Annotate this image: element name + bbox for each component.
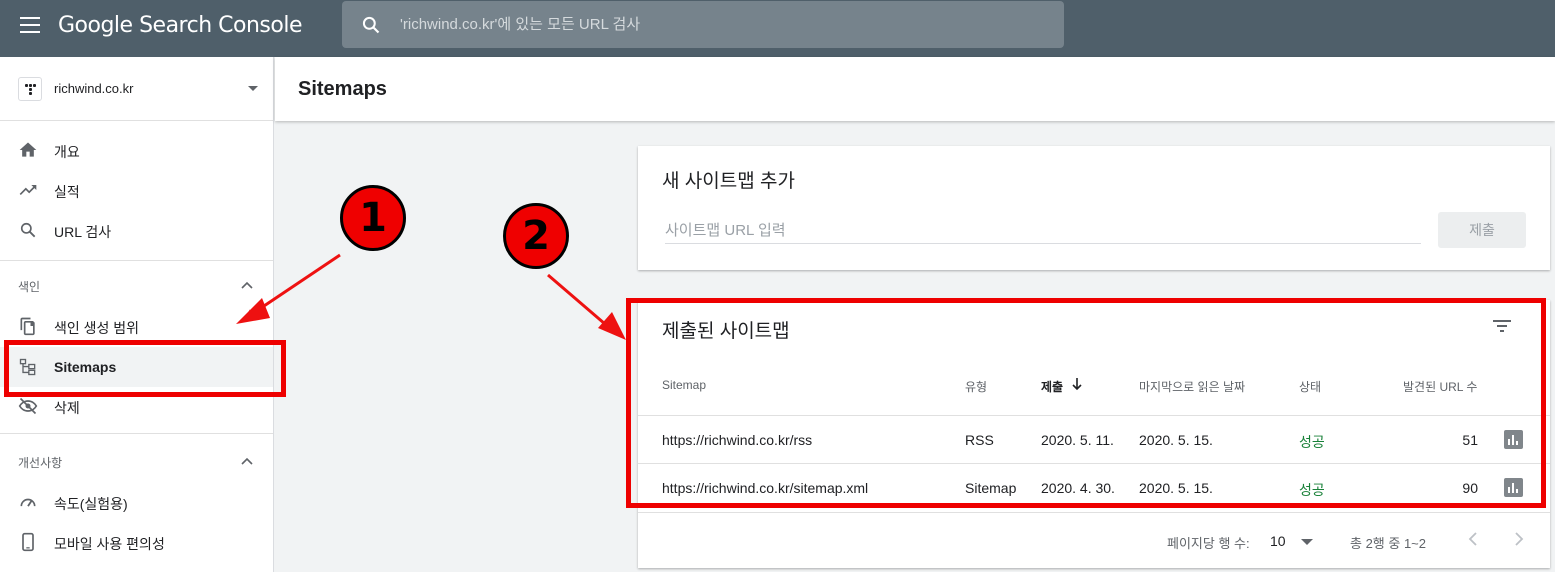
sidebar-item-overview[interactable]: 개요 [0, 130, 273, 170]
sidebar-item-label: 개요 [54, 144, 80, 160]
chevron-left-icon[interactable] [1464, 529, 1484, 549]
annotation-highlight-sitemaps-menu [4, 340, 286, 397]
sidebar-item-label: 속도(실험용) [54, 496, 128, 512]
sidebar-divider [0, 260, 273, 261]
sidebar-item-label: 삭제 [54, 400, 80, 416]
visibility-off-icon [18, 397, 38, 415]
pagination-range: 총 2행 중 1~2 [1350, 536, 1426, 551]
annotation-arrowhead-2 [598, 312, 626, 340]
dropdown-caret-icon[interactable] [248, 86, 258, 91]
sidebar-item-speed[interactable]: 속도(실험용) [0, 482, 273, 522]
sidebar-item-mobile-usability[interactable]: 모바일 사용 편의성 [0, 522, 273, 562]
search-icon[interactable] [361, 15, 381, 35]
sidebar-item-label: 색인 생성 범위 [54, 320, 140, 336]
speed-icon [20, 498, 36, 507]
annotation-badge-number: 1 [359, 195, 387, 241]
search-input[interactable] [400, 11, 1040, 37]
property-selector[interactable]: richwind.co.kr [0, 57, 273, 121]
sidebar-item-url-inspection[interactable]: URL 검사 [0, 210, 273, 250]
sitemap-url-input[interactable] [665, 218, 1421, 244]
submit-button[interactable]: 제출 [1438, 212, 1526, 248]
url-inspect-search[interactable] [342, 1, 1064, 48]
section-title: 개선사항 [18, 456, 63, 470]
trending-up-icon [19, 185, 37, 195]
sidebar: richwind.co.kr 개요 실적 URL 검사 색인 색인 생성 범위 … [0, 57, 274, 572]
property-name: richwind.co.kr [54, 81, 134, 96]
annotation-badge-2: 2 [503, 203, 569, 269]
sidebar-item-performance[interactable]: 실적 [0, 170, 273, 210]
sidebar-divider [0, 433, 273, 434]
annotation-highlight-submitted-sitemaps [626, 298, 1546, 508]
annotation-arrow-2 [547, 273, 613, 332]
page-title: Sitemaps [298, 78, 387, 100]
home-icon [19, 142, 37, 157]
top-app-bar: Google Search Console [0, 0, 1555, 57]
card-title: 새 사이트맵 추가 [662, 171, 795, 192]
chevron-up-icon[interactable] [240, 280, 254, 290]
sidebar-item-label: 실적 [54, 184, 80, 200]
dropdown-caret-icon[interactable] [1301, 539, 1313, 545]
annotation-badge-1: 1 [340, 185, 406, 251]
sidebar-item-label: 모바일 사용 편의성 [54, 536, 165, 552]
section-index-header[interactable]: 색인 [0, 268, 273, 304]
section-enhancements-header[interactable]: 개선사항 [0, 444, 273, 480]
property-favicon-icon [18, 77, 42, 101]
rows-per-page-label: 페이지당 행 수: [1167, 536, 1250, 551]
search-icon [20, 222, 36, 238]
page-header: Sitemaps [275, 57, 1555, 121]
annotation-badge-number: 2 [522, 213, 550, 259]
rows-per-page-select[interactable]: 10 [1270, 533, 1286, 549]
menu-icon[interactable] [20, 17, 40, 33]
sidebar-item-label: URL 검사 [54, 224, 112, 240]
table-pagination: 페이지당 행 수: 10 총 2행 중 1~2 [638, 512, 1550, 568]
smartphone-icon [22, 532, 34, 552]
chevron-up-icon[interactable] [240, 456, 254, 466]
file-copy-icon [20, 317, 35, 336]
add-sitemap-card: 새 사이트맵 추가 제출 [638, 146, 1550, 270]
chevron-right-icon[interactable] [1508, 529, 1528, 549]
section-title: 색인 [18, 280, 41, 294]
app-title[interactable]: Google Search Console [58, 13, 302, 38]
